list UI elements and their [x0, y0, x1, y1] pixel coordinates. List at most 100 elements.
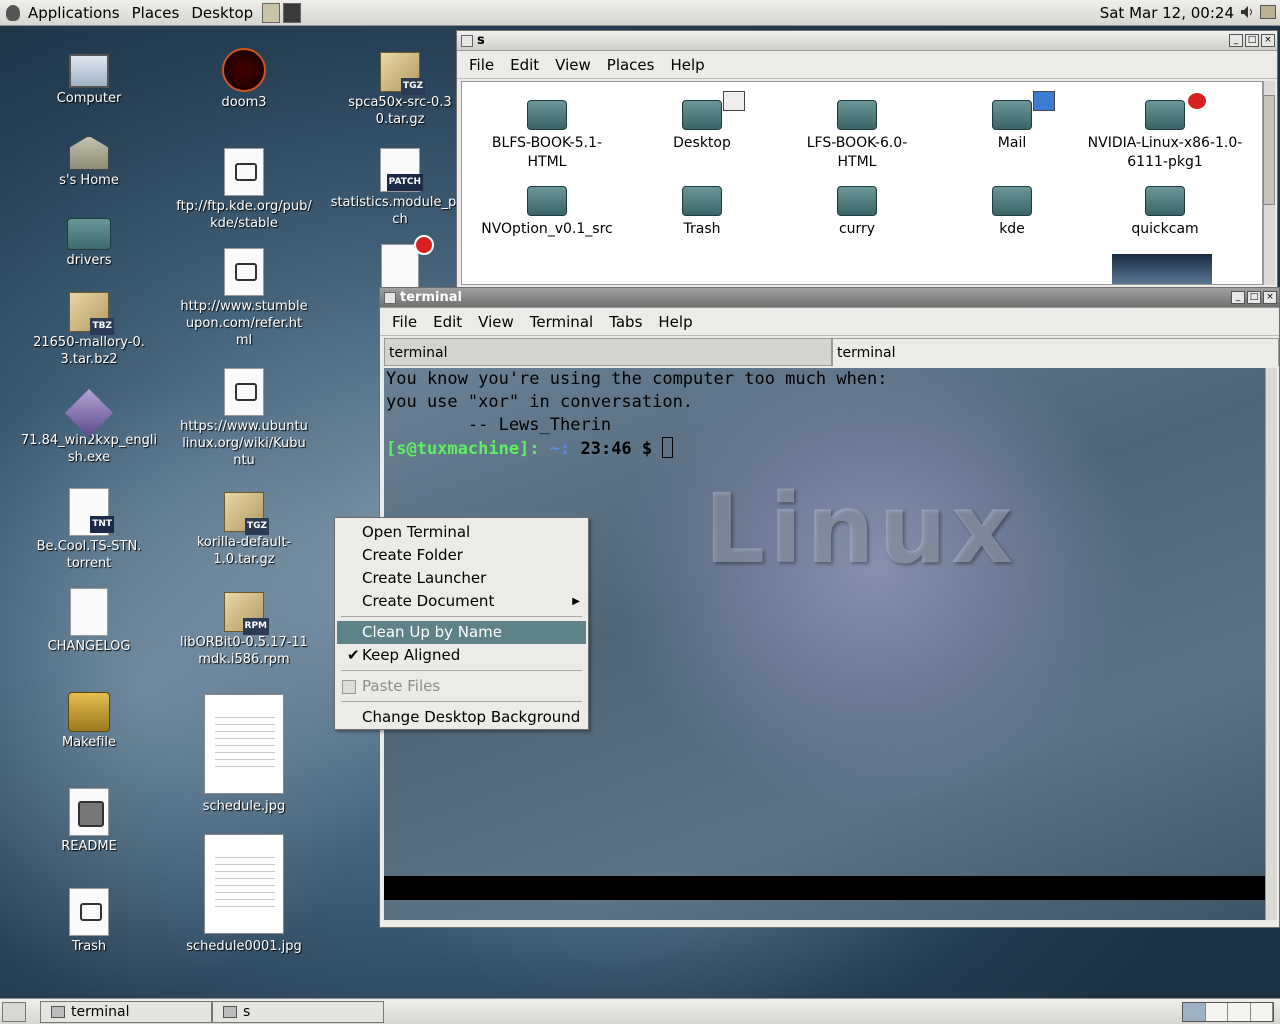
folder-item[interactable]: NVOption_v0.1_src [472, 186, 622, 239]
desktop-icon-changelog[interactable]: CHANGELOG [19, 588, 159, 655]
file-manager-titlebar[interactable]: s _ □ × [457, 31, 1277, 51]
terminal-scrollbar[interactable] [1265, 368, 1277, 920]
maximize-button[interactable]: □ [1247, 291, 1261, 304]
executable-icon [64, 388, 114, 438]
menu-item-create-document[interactable]: Create Document ▶ [335, 590, 588, 613]
desktop-icon-kde-link[interactable]: ftp://ftp.kde.org/pub/kde/stable [174, 148, 314, 232]
desktop-icon-stumbleupon[interactable]: http://www.stumbleupon.com/refer.html [174, 248, 314, 349]
maximize-button[interactable]: □ [1245, 34, 1259, 47]
desktop-icon-spca[interactable]: TGZ spca50x-src-0.30.tar.gz [330, 48, 470, 128]
menu-item-change-desktop-background[interactable]: Change Desktop Background [335, 706, 588, 729]
text-editor-launcher-icon[interactable] [262, 2, 281, 23]
desktop-icon-statistics[interactable]: PATCH statistics.module_patch [330, 148, 470, 228]
desktop-icon-home[interactable]: s's Home [19, 128, 159, 189]
menu-file[interactable]: File [461, 56, 502, 74]
desktop-icon-makefile[interactable]: Makefile [19, 688, 159, 751]
menu-separator [341, 701, 582, 702]
clock[interactable]: Sat Mar 12, 00:24 [1100, 0, 1234, 26]
menu-item-keep-aligned[interactable]: ✔ Keep Aligned [335, 644, 588, 667]
desktop-icon-mallory[interactable]: TBZ 21650-mallory-0.3.tar.bz2 [19, 288, 159, 368]
workspace-3[interactable] [1228, 1003, 1251, 1021]
file-manager-window[interactable]: s _ □ × File Edit View Places Help BLFS-… [456, 30, 1278, 288]
desktop-icon-win2kxp[interactable]: 71.84_win2kxp_english.exe [19, 388, 159, 466]
menu-help[interactable]: Help [662, 56, 712, 74]
notification-tray-icon[interactable] [1260, 5, 1276, 19]
link-file-icon [224, 368, 264, 416]
menu-item-create-folder[interactable]: Create Folder [335, 544, 588, 567]
desktop-icon-torrent[interactable]: TNT Be.Cool.TS-STN.torrent [19, 488, 159, 572]
places-menu[interactable]: Places [126, 0, 186, 26]
desktop-icon-schedule0001[interactable]: schedule0001.jpg [174, 834, 314, 955]
folder-item[interactable]: kde [937, 186, 1087, 239]
terminal-icon [51, 1006, 65, 1018]
desktop-icon-trash[interactable]: Trash [19, 888, 159, 955]
desktop-icon-schedule[interactable]: schedule.jpg [174, 694, 314, 815]
workspace-1[interactable] [1183, 1003, 1206, 1021]
folder-label: BLFS-BOOK-5.1-HTML [491, 135, 603, 170]
menu-item-open-terminal[interactable]: Open Terminal [335, 521, 588, 544]
prompt-path: ~: [539, 439, 571, 459]
desktop-icon-ubuntu[interactable]: https://www.ubuntulinux.org/wiki/Kubuntu [174, 368, 314, 469]
tab-terminal-1[interactable]: terminal [384, 338, 832, 366]
window-title: s [477, 33, 485, 48]
folder-item[interactable]: NVIDIA-Linux-x86-1.0-6111-pkg1 [1086, 91, 1244, 172]
archive-icon: TBZ [69, 292, 114, 335]
desktop-icon-liborbit[interactable]: RPM libORBit0-0.5.17-11mdk.i586.rpm [174, 588, 314, 668]
workspace-switcher[interactable] [1182, 1002, 1274, 1022]
file-manager-icon-view[interactable]: BLFS-BOOK-5.1-HTML Desktop LFS-BOOK-6.0-… [461, 81, 1263, 285]
speaker-icon[interactable] [1240, 5, 1254, 19]
folder-item[interactable]: LFS-BOOK-6.0-HTML [782, 100, 932, 172]
tgz-badge: TGZ [400, 78, 425, 95]
terminal-launcher-icon[interactable] [283, 2, 302, 23]
folder-icon [682, 186, 722, 216]
show-desktop-button[interactable] [2, 1002, 26, 1022]
menu-view[interactable]: View [470, 313, 522, 331]
scrollbar-thumb[interactable] [1263, 95, 1275, 205]
menu-tabs[interactable]: Tabs [601, 313, 650, 331]
menu-item-clean-up-by-name[interactable]: Clean Up by Name [337, 621, 586, 644]
menu-view[interactable]: View [547, 56, 599, 74]
tab-terminal-2[interactable]: terminal [832, 338, 1279, 366]
folder-item[interactable]: Trash [627, 186, 777, 239]
menu-edit[interactable]: Edit [425, 313, 470, 331]
desktop-icon-doom3[interactable]: doom3 [174, 48, 314, 111]
archive-icon: TGZ [380, 52, 425, 95]
folder-item[interactable]: Desktop [627, 91, 777, 153]
taskbar-button-terminal[interactable]: terminal [40, 1001, 212, 1023]
terminal-black-bar [384, 876, 1266, 900]
desktop-icon-computer[interactable]: Computer [19, 48, 159, 107]
desktop-icon-drivers[interactable]: drivers [19, 208, 159, 269]
folder-item[interactable]: Mail [937, 91, 1087, 153]
menu-help[interactable]: Help [650, 313, 700, 331]
menu-item-create-launcher[interactable]: Create Launcher [335, 567, 588, 590]
workspace-2[interactable] [1205, 1003, 1228, 1021]
workspace-4[interactable] [1250, 1003, 1273, 1021]
menu-terminal[interactable]: Terminal [522, 313, 601, 331]
desktop-menu[interactable]: Desktop [185, 0, 259, 26]
link-file-icon [224, 148, 264, 196]
folder-item[interactable]: curry [782, 186, 932, 239]
menu-places[interactable]: Places [599, 56, 663, 74]
gnome-foot-icon[interactable] [6, 4, 20, 21]
window-menu-icon[interactable] [461, 35, 473, 47]
close-button[interactable]: × [1263, 291, 1277, 304]
folder-item[interactable]: quickcam [1090, 186, 1240, 239]
folder-icon [992, 186, 1032, 216]
folder-item[interactable]: BLFS-BOOK-5.1-HTML [472, 100, 622, 172]
desktop-icon-readme[interactable]: README [19, 788, 159, 855]
menu-edit[interactable]: Edit [502, 56, 547, 74]
no-access-emblem-icon [1186, 91, 1208, 111]
close-button[interactable]: × [1261, 34, 1275, 47]
menu-file[interactable]: File [384, 313, 425, 331]
applications-menu[interactable]: Applications [22, 0, 126, 26]
window-title: terminal [400, 290, 462, 305]
minimize-button[interactable]: _ [1231, 291, 1245, 304]
car-image-thumbnail[interactable] [1112, 254, 1212, 284]
window-menu-icon[interactable] [384, 292, 396, 304]
menu-separator [341, 616, 582, 617]
minimize-button[interactable]: _ [1229, 34, 1243, 47]
desktop-icon-korilla[interactable]: TGZ korilla-default-1.0.tar.gz [174, 488, 314, 568]
taskbar-button-file-manager[interactable]: s [212, 1001, 384, 1023]
terminal-titlebar[interactable]: terminal _ □ × [380, 288, 1279, 308]
desktop-icon-label: schedule.jpg [202, 799, 286, 814]
